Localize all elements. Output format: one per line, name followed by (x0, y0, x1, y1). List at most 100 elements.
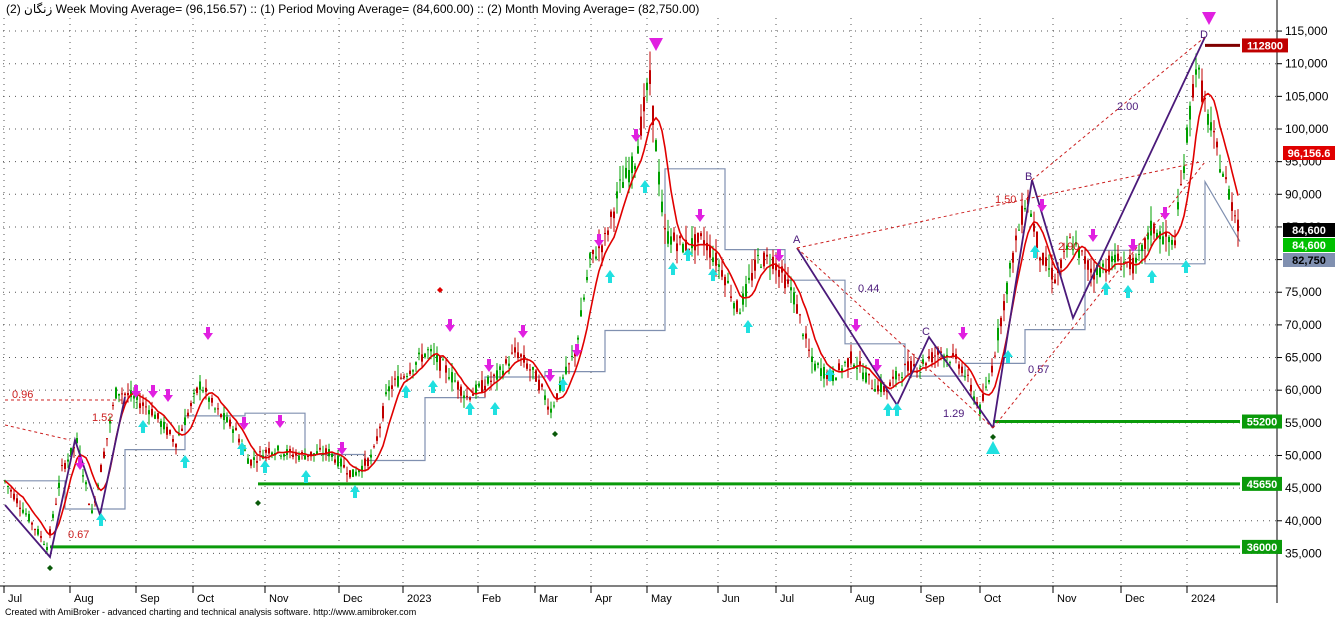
candle-body (7, 485, 9, 487)
candle-body (934, 355, 936, 357)
candle-body (229, 419, 231, 427)
candle-body (1180, 183, 1182, 185)
candle-body (796, 304, 798, 314)
x-tick-label: Sep (925, 593, 945, 605)
candle-body (676, 243, 678, 252)
sell-arrow-icon (163, 389, 173, 402)
candle-body (280, 455, 282, 457)
candle-body (637, 146, 639, 154)
candle-body (1114, 254, 1116, 263)
candle-body (226, 416, 228, 423)
candle-body (334, 459, 336, 463)
signal-arrows (47, 12, 1216, 571)
x-tick-label: May (651, 593, 672, 605)
sell-arrow-icon (445, 319, 455, 332)
candle-body (478, 383, 480, 387)
candle-body (46, 546, 48, 550)
pattern-dash (4, 424, 71, 441)
candle-body (736, 300, 738, 312)
x-tick-label: Apr (595, 593, 612, 605)
x-tick-label: Oct (197, 593, 214, 605)
candle-body (412, 370, 414, 372)
candle-body (250, 459, 252, 466)
candle-body (514, 347, 516, 353)
candle-body (1144, 238, 1146, 249)
candle-body (754, 259, 756, 271)
candle-body (568, 363, 570, 365)
candle-body (865, 372, 867, 383)
candle-body (961, 366, 963, 374)
candle-body (595, 256, 597, 259)
candle-body (655, 140, 657, 152)
resistance-tag-label: 112800 (1247, 40, 1283, 52)
candle-body (445, 365, 447, 373)
candle-body (1216, 141, 1218, 148)
candle-body (442, 359, 444, 361)
candle-body (889, 382, 891, 387)
candle-body (292, 454, 294, 457)
candle-body (253, 457, 255, 460)
candle-body (1015, 235, 1017, 241)
candle-body (175, 443, 177, 448)
candle-body (724, 276, 726, 286)
candle-body (493, 374, 495, 377)
price-chart: A B C D 0.96 1.52 0.67 0.44 1.29 1.50 2.00 2.90 0.57… (0, 0, 1335, 617)
candle-body (61, 465, 63, 467)
candle-body (1195, 69, 1197, 75)
candle-body (577, 337, 579, 340)
candle-body (733, 303, 735, 309)
sell-arrow-icon (695, 209, 705, 222)
candle-body (799, 314, 801, 316)
chart-header: زنگان (2) Week Moving Average= (96,156.5… (6, 2, 699, 17)
candle-body (1033, 223, 1035, 232)
candle-body (64, 463, 66, 469)
y-tick-label: 110,000 (1285, 57, 1328, 71)
y-tick-label: 70,000 (1285, 318, 1322, 332)
candle-body (169, 430, 171, 435)
candle-body (823, 367, 825, 379)
candle-body (700, 233, 702, 237)
pattern-label: 0.96 (12, 389, 33, 401)
candle-body (508, 363, 510, 366)
candle-body (580, 310, 582, 317)
candle-body (1207, 113, 1209, 125)
candle-body (1234, 215, 1236, 217)
candle-body (790, 287, 792, 291)
candle-body (1111, 256, 1113, 262)
candle-body (124, 393, 126, 395)
sell-arrow-icon (148, 385, 158, 398)
candle-body (1186, 127, 1188, 143)
support-lines (50, 43, 1240, 549)
candle-body (1099, 267, 1101, 277)
candle-body (10, 489, 12, 492)
candle-body (793, 292, 795, 305)
candle-body (388, 386, 390, 392)
candle-body (40, 536, 42, 538)
candle-body (490, 380, 492, 382)
candle-body (505, 359, 507, 364)
candle-body (742, 293, 744, 305)
candle-body (1081, 250, 1083, 252)
candle-body (235, 427, 237, 431)
candle-body (1012, 252, 1014, 263)
candle-body (547, 406, 549, 410)
harmonic-pattern-lines: A B C D 0.96 1.52 0.67 0.44 1.29 1.50 2.00 2.90 0.57 (4, 29, 1208, 559)
candle-body (895, 370, 897, 380)
candle-body (1192, 83, 1194, 98)
candle-body (1198, 67, 1200, 70)
candle-body (1036, 231, 1038, 249)
candle-body (277, 445, 279, 451)
y-tick-label: 40,000 (1285, 514, 1322, 528)
candle-body (985, 386, 987, 388)
candle-body (1231, 202, 1233, 211)
candle-body (538, 379, 540, 391)
candle-body (1102, 263, 1104, 267)
buy-arrow-icon (180, 455, 190, 468)
candle-body (397, 376, 399, 387)
sell-arrow-icon (545, 369, 555, 382)
month-ma-path (5, 168, 1241, 510)
month-moving-average-line (5, 168, 1241, 510)
candle-body (256, 460, 258, 463)
candle-body (139, 403, 141, 409)
y-tick-label: 100,000 (1285, 122, 1329, 136)
